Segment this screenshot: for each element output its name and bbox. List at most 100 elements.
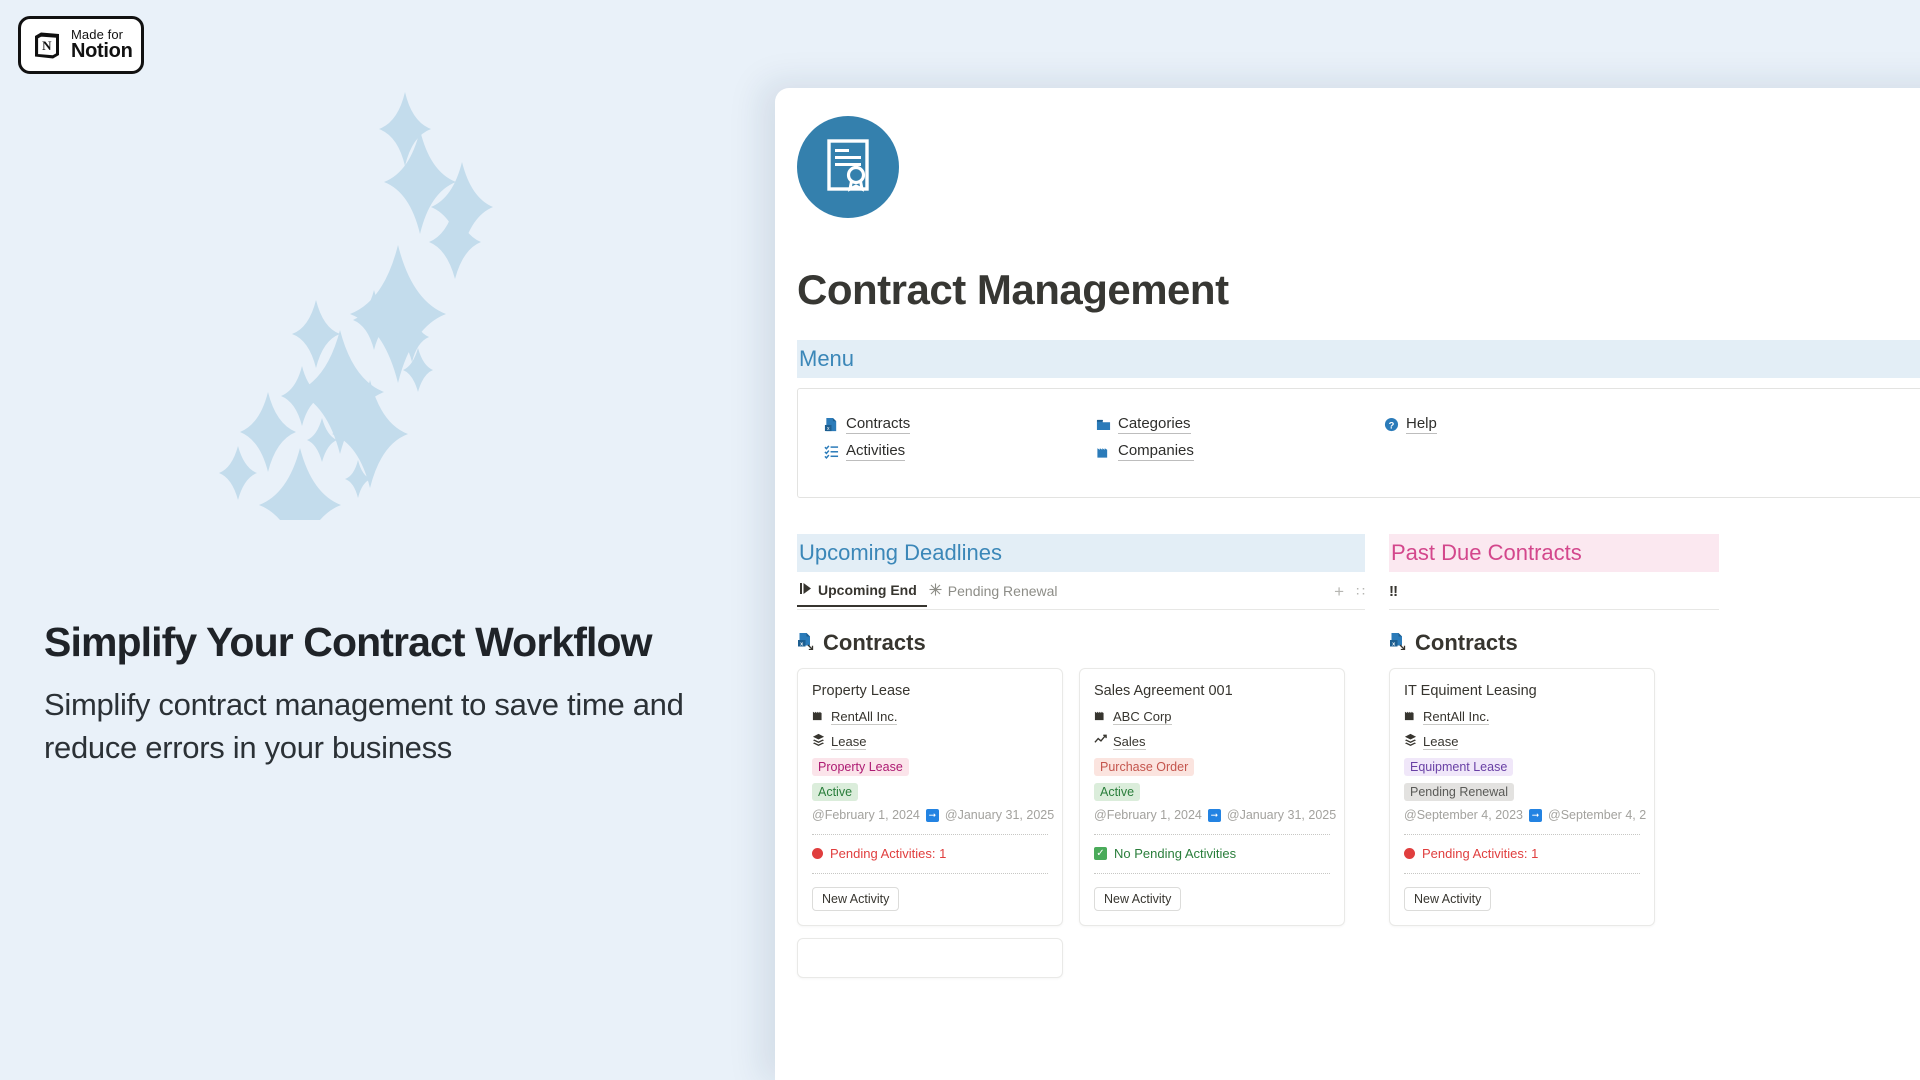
divider [1094,834,1330,835]
divider [1404,873,1640,874]
card-activity-status: Pending Activities: 1 [812,846,1048,861]
card-activity-label: Pending Activities: 1 [830,846,947,861]
stack-icon [812,733,825,751]
divider [1094,873,1330,874]
card-type-chip: Property Lease [812,758,909,776]
card-title: Sales Agreement 001 [1094,683,1233,699]
view-tabs: Upcoming End Pending Renewal + ∷ [797,580,1365,610]
card-activity-status: ✓ No Pending Activities [1094,846,1330,861]
arrow-right-icon: ➞ [1207,808,1221,822]
card-category-label: Sales [1113,734,1146,750]
notion-cube-icon: N [32,30,62,60]
made-for-notion-badge[interactable]: N Made for Notion [18,16,144,74]
card-company[interactable]: ABC Corp [1094,708,1330,726]
company-building-icon [812,708,825,726]
tab-label: Pending Renewal [947,583,1058,599]
contract-card[interactable]: Sales Agreement 001 ABC Corp Sales Purch… [1079,668,1345,926]
snowflake-icon [929,583,942,599]
menu-item-label: Contracts [846,415,911,435]
cards-row: IT Equiment Leasing RentAll Inc. Lease E… [1389,668,1719,926]
menu-item-label: Help [1406,415,1437,435]
menu-item-label: Companies [1118,442,1194,462]
tab-past-due[interactable]: ‼ [1389,583,1414,607]
card-activity-status: Pending Activities: 1 [1404,846,1640,861]
promo-headline: Simplify Your Contract Workflow [44,619,653,665]
menu-item-categories[interactable]: Categories [1096,411,1384,438]
card-status-chip: Active [1094,783,1141,801]
view-tools: + ∷ [1334,582,1365,608]
cards-row-partial [797,938,1365,978]
card-title: Property Lease [812,683,911,699]
database-title-label: Contracts [1415,630,1518,655]
database-title-label: Contracts [823,630,926,655]
divider [812,834,1048,835]
divider [1404,834,1640,835]
card-end-date: @January 31, 2025 [1226,808,1337,822]
section-past-due-contracts: Past Due Contracts ‼ x Contracts IT Equi… [1389,534,1719,978]
card-status-chip: Active [812,783,859,801]
play-marker-icon [799,582,812,598]
card-end-date: @January 31, 2025 [944,808,1055,822]
card-start-date: @February 1, 2024 [1094,808,1202,822]
stack-icon [1404,733,1417,751]
card-type-chip: Purchase Order [1094,758,1195,776]
card-category[interactable]: Lease [1404,733,1640,751]
card-category[interactable]: Lease [812,733,1048,751]
card-category-label: Lease [1423,734,1459,750]
section-upcoming-deadlines: Upcoming Deadlines Upcoming End Pending … [797,534,1365,978]
database-export-icon: x [797,630,815,656]
company-building-icon [1404,708,1417,726]
card-company[interactable]: RentAll Inc. [1404,708,1640,726]
card-start-date: @September 4, 2023 [1404,808,1524,822]
tab-upcoming-end[interactable]: Upcoming End [797,582,927,607]
card-company[interactable]: RentAll Inc. [812,708,1048,726]
question-circle-icon: ? [1384,417,1399,432]
card-title: IT Equiment Leasing [1404,683,1537,699]
new-activity-button[interactable]: New Activity [812,887,900,911]
card-dates: @September 4, 2023 ➞ @September 4, 2 [1404,808,1646,822]
tab-label: Upcoming End [818,582,917,598]
check-icon: ✓ [1094,847,1107,860]
card-type-chip: Equipment Lease [1404,758,1514,776]
card-category[interactable]: Sales [1094,733,1330,751]
database-export-icon: x [1389,630,1407,656]
section-heading-past-due-contracts: Past Due Contracts [1389,534,1719,572]
drag-handle-icon[interactable]: ∷ [1356,583,1365,600]
menu-item-label: Categories [1118,415,1191,435]
card-company-label: RentAll Inc. [831,709,898,725]
divider [812,873,1048,874]
card-start-date: @February 1, 2024 [812,808,920,822]
menu-item-activities[interactable]: Activities [824,438,1096,465]
card-status-chip: Pending Renewal [1404,783,1514,801]
line-chart-icon [1094,733,1107,751]
page-title: Contract Management [797,266,1229,313]
card-category-label: Lease [831,734,867,750]
menu-item-contracts[interactable]: x Contracts [824,411,1096,438]
menu-item-help[interactable]: ? Help [1384,411,1920,438]
new-activity-button[interactable]: New Activity [1094,887,1182,911]
certificate-document-icon [797,116,899,218]
red-dot-icon [812,848,823,859]
card-activity-label: No Pending Activities [1114,846,1237,861]
menu-item-label: Activities [846,442,906,462]
add-view-button[interactable]: + [1334,582,1344,602]
arrow-right-icon: ➞ [925,808,939,822]
badge-notion-label: Notion [71,40,133,63]
checklist-icon [824,444,839,459]
menu-item-companies[interactable]: Companies [1096,438,1384,465]
view-tabs: ‼ [1389,580,1719,610]
contract-card-partial[interactable] [797,938,1063,978]
company-building-icon [1094,708,1107,726]
card-company-label: ABC Corp [1113,709,1172,725]
database-title-contracts: x Contracts [797,630,1365,656]
card-dates: @February 1, 2024 ➞ @January 31, 2025 [812,808,1054,822]
svg-text:?: ? [1389,420,1395,430]
new-activity-button[interactable]: New Activity [1404,887,1492,911]
card-company-label: RentAll Inc. [1423,709,1490,725]
tab-pending-renewal[interactable]: Pending Renewal [927,583,1068,606]
promo-copy: Simplify Your Contract Workflow Simplify… [44,619,724,769]
contract-card[interactable]: Property Lease RentAll Inc. Lease Proper… [797,668,1063,926]
cards-row: Property Lease RentAll Inc. Lease Proper… [797,668,1365,926]
contract-card[interactable]: IT Equiment Leasing RentAll Inc. Lease E… [1389,668,1655,926]
section-heading-upcoming-deadlines: Upcoming Deadlines [797,534,1365,572]
